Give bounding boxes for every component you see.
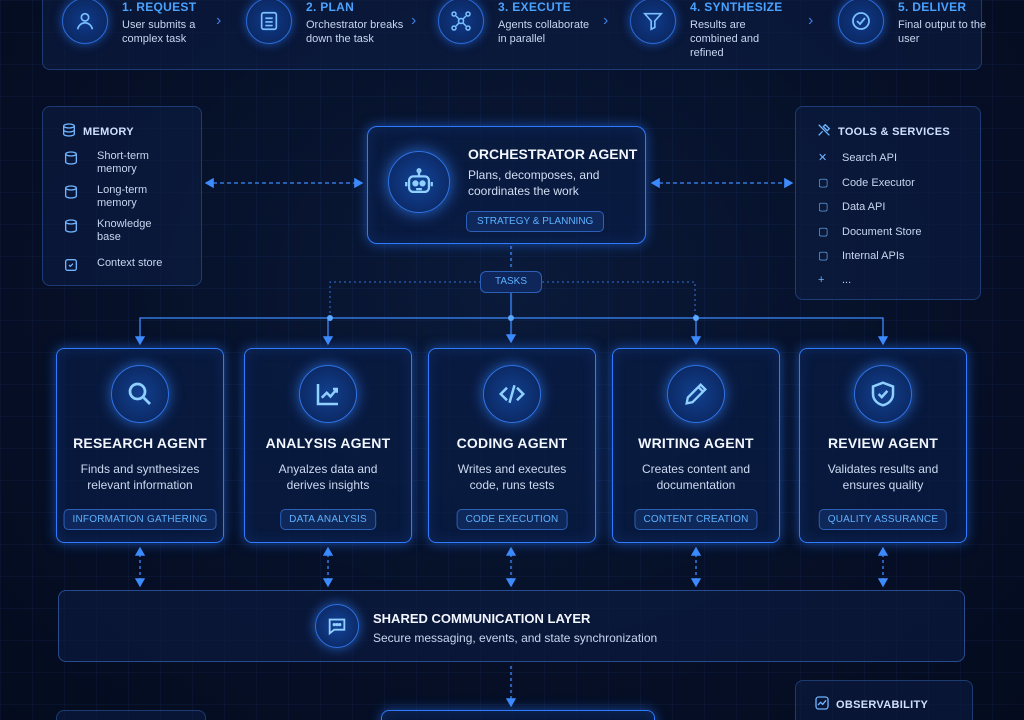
tools-icon (816, 122, 832, 141)
tasks-label: TASKS (480, 271, 542, 293)
step-desc: Final output to the user (898, 19, 987, 45)
tool-item: ▢ Internal APIs (818, 250, 905, 262)
tools-title: TOOLS & SERVICES (838, 125, 950, 138)
filter-icon (630, 0, 676, 44)
database-icon (61, 122, 77, 141)
step-plan: 2. PLAN Orchestrator breaks down the task (246, 0, 406, 52)
code-icon (483, 365, 541, 423)
shared-desc: Secure messaging, events, and state sync… (373, 631, 658, 645)
database-icon (65, 151, 77, 165)
observability-title: OBSERVABILITY (836, 698, 929, 711)
pencil-icon (667, 365, 725, 423)
tool-icon: ✕ (818, 152, 828, 164)
agent-title: ANALYSIS AGENT (265, 435, 391, 451)
memory-item: Long-term memory (63, 184, 167, 210)
database-icon (65, 219, 77, 233)
agent-desc: Writes and executes code, runs tests (457, 462, 567, 492)
code-box-icon: ▢ (818, 177, 829, 189)
orchestrator-title: ORCHESTRATOR AGENT (468, 146, 638, 162)
agent-title: CODING AGENT (456, 435, 568, 451)
memory-title: MEMORY (83, 125, 134, 138)
review-agent-card[interactable]: REVIEW AGENT Validates results and ensure… (799, 348, 967, 543)
step-desc: Agents collaborate in parallel (498, 19, 590, 45)
orchestrator-badge: STRATEGY & PLANNING (466, 211, 605, 232)
plus-icon: + (818, 274, 825, 286)
document-icon: ▢ (818, 226, 829, 238)
step-title: 5. DELIVER (898, 0, 967, 14)
tool-item: ✕ Search API (818, 152, 898, 164)
chevron-right-icon: › (603, 12, 609, 29)
agent-badge: CONTENT CREATION (634, 509, 758, 530)
chevron-right-icon: › (216, 12, 222, 29)
step-execute: 3. EXECUTE Agents collaborate in parallel (438, 0, 598, 52)
step-title: 4. SYNTHESIZE (690, 0, 783, 14)
step-desc: Results are combined and refined (690, 19, 760, 59)
step-desc: Orchestrator breaks down the task (306, 19, 404, 45)
user-icon (62, 0, 108, 44)
data-box-icon: ▢ (818, 201, 829, 213)
agent-desc: Anyalzes data and derives insights (278, 462, 378, 492)
memory-panel: MEMORY Short-term memory Long-term memor… (42, 106, 202, 286)
step-title: 2. PLAN (306, 0, 355, 14)
step-request: 1. REQUEST User submits a complex task (62, 0, 222, 52)
step-title: 3. EXECUTE (498, 0, 572, 14)
tool-item: ▢ Data API (818, 201, 886, 213)
agent-title: RESEARCH AGENT (73, 435, 207, 451)
bottom-center-panel (381, 710, 655, 720)
chevron-right-icon: › (411, 12, 417, 29)
robot-icon (388, 151, 450, 213)
step-desc: User submits a complex task (122, 19, 196, 45)
orchestrator-desc: Plans, decomposes, and coordinates the w… (468, 168, 600, 198)
agent-badge: CODE EXECUTION (456, 509, 568, 530)
tool-item: ▢ Code Executor (818, 177, 915, 189)
database-icon (65, 185, 77, 199)
chart-icon (299, 365, 357, 423)
shield-check-icon (854, 365, 912, 423)
tool-item: ▢ Document Store (818, 226, 922, 238)
shared-title: SHARED COMMUNICATION LAYER (373, 611, 591, 626)
agent-desc: Finds and synthesizes relevant informatio… (80, 462, 200, 492)
writing-agent-card[interactable]: WRITING AGENT Creates content and documen… (612, 348, 780, 543)
agent-badge: INFORMATION GATHERING (63, 509, 217, 530)
chat-icon (315, 604, 359, 648)
research-agent-card[interactable]: RESEARCH AGENT Finds and synthesizes rele… (56, 348, 224, 543)
agent-desc: Validates results and ensures quality (827, 462, 939, 492)
api-icon: ▢ (818, 250, 829, 262)
observability-panel: OBSERVABILITY (795, 680, 973, 720)
step-synthesize: 4. SYNTHESIZE Results are combined and re… (630, 0, 790, 59)
bottom-left-panel (56, 710, 206, 720)
agent-title: REVIEW AGENT (828, 435, 938, 451)
list-icon (246, 0, 292, 44)
memory-item: Context store (63, 257, 177, 273)
tools-panel: TOOLS & SERVICES ✕ Search API ▢ Code Execu… (795, 106, 981, 300)
pulse-icon (814, 695, 830, 714)
step-deliver: 5. DELIVER Final output to the user (838, 0, 998, 52)
memory-item: Knowledge base (63, 218, 167, 244)
tool-item: +... (818, 274, 852, 286)
orchestrator-card[interactable]: ORCHESTRATOR AGENT Plans, decomposes, an… (367, 126, 646, 244)
check-circle-icon (838, 0, 884, 44)
agent-badge: DATA ANALYSIS (280, 509, 376, 530)
context-icon (65, 259, 77, 271)
analysis-agent-card[interactable]: ANALYSIS AGENT Anyalzes data and derives … (244, 348, 412, 543)
agent-title: WRITING AGENT (638, 435, 754, 451)
step-title: 1. REQUEST (122, 0, 197, 14)
chevron-right-icon: › (808, 12, 814, 29)
coding-agent-card[interactable]: CODING AGENT Writes and executes code, ru… (428, 348, 596, 543)
network-icon (438, 0, 484, 44)
memory-item: Short-term memory (63, 150, 167, 176)
magnifier-icon (111, 365, 169, 423)
shared-communication-layer: SHARED COMMUNICATION LAYER Secure messag… (58, 590, 965, 662)
agent-badge: QUALITY ASSURANCE (818, 509, 948, 530)
agent-desc: Creates content and documentation (641, 462, 751, 492)
